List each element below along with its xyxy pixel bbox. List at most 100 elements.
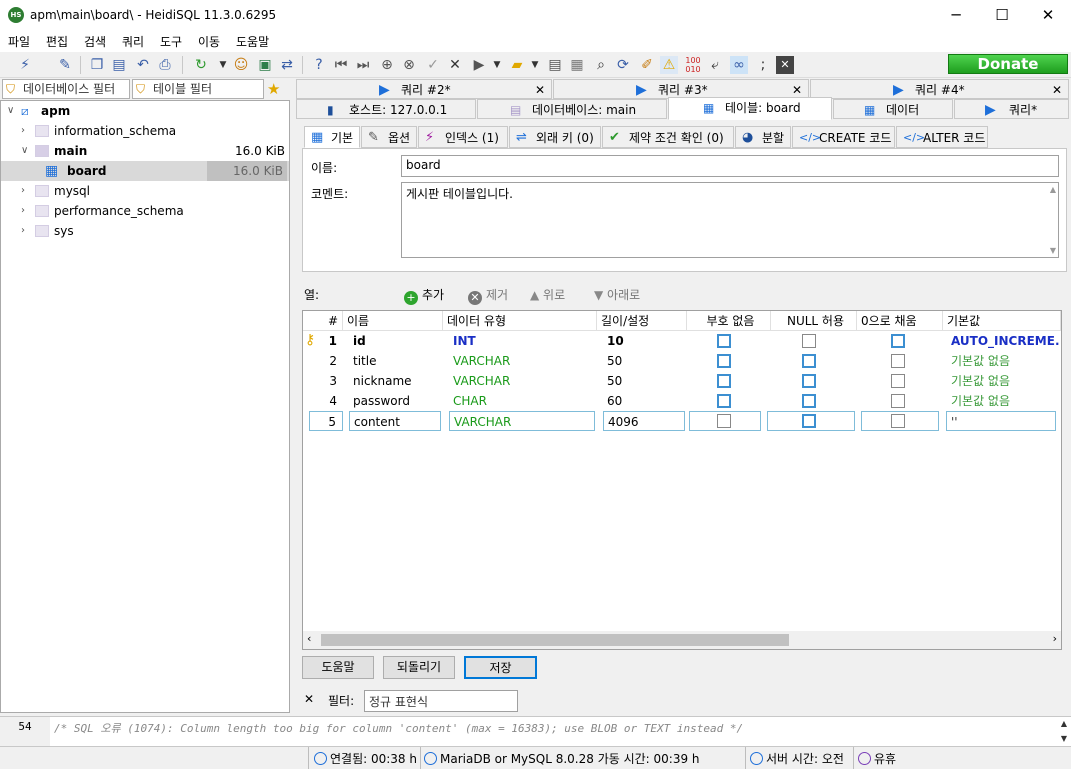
replace-icon[interactable]: ⟳ [614,56,632,74]
menu-tools[interactable]: 도구 [160,33,182,50]
save-icon[interactable]: ▤ [546,56,564,74]
column-name-cell[interactable]: password [349,391,443,411]
tab-options[interactable]: ✎ 옵션 [361,126,417,148]
remove-column-button[interactable]: ✕ 제거 [468,286,508,305]
scroll-right-icon[interactable]: › [1053,632,1057,645]
tab-foreign-keys[interactable]: ⇌ 외래 키 (0) [509,126,601,148]
datatype-cell[interactable]: VARCHAR [449,371,597,391]
warning-icon[interactable]: ⚠ [660,56,678,74]
user-manager-icon[interactable]: ☺ [232,56,250,74]
zerofill-checkbox[interactable] [891,414,905,428]
database-filter-input[interactable]: ⛉ 데이터베이스 필터 [2,79,130,99]
tab-alter-code[interactable]: </> ALTER 코드 [896,126,988,148]
length-cell[interactable]: 4096 [603,411,685,431]
delete-row-icon[interactable]: ⊗ [400,56,418,74]
maintenance-icon[interactable]: ▣ [256,56,274,74]
length-cell[interactable]: 50 [603,351,687,371]
scroll-down-icon[interactable]: ▼ [1050,246,1056,255]
tree-db-information-schema[interactable]: › information_schema [1,121,289,141]
table-name-input[interactable]: board [401,155,1059,177]
tab-host[interactable]: ▮ 호스트: 127.0.0.1 [296,99,476,119]
copy-icon[interactable]: ❐ [88,56,106,74]
collapse-icon[interactable]: ∨ [21,141,31,161]
first-icon[interactable]: ⏮ [332,56,350,74]
expand-icon[interactable]: › [21,201,31,221]
unsigned-checkbox[interactable] [717,374,731,388]
zerofill-checkbox[interactable] [891,354,905,368]
save-as-icon[interactable]: ▦ [568,56,586,74]
zerofill-checkbox[interactable] [891,394,905,408]
scroll-down-icon[interactable]: ▼ [1061,734,1067,743]
print-icon[interactable]: ⎙ [156,56,174,74]
semicolon-icon[interactable]: ; [754,56,772,74]
scroll-left-icon[interactable]: ‹ [307,632,311,645]
add-row-icon[interactable]: ⊕ [378,56,396,74]
default-cell[interactable]: 기본값 없음 [947,391,1059,411]
cancel-icon[interactable]: ✕ [446,56,464,74]
heidisql-app-icon[interactable]: HS [8,7,24,23]
tab-query-2[interactable]: ▶ 쿼리 #2* ✕ [296,79,552,99]
tab-query-4[interactable]: ▶ 쿼리 #4* ✕ [810,79,1069,99]
tab-indexes[interactable]: ⚡ 인덱스 (1) [418,126,508,148]
tab-data[interactable]: ▦ 데이터 [833,99,953,119]
tree-db-sys[interactable]: › sys [1,221,289,241]
header-name[interactable]: 이름 [343,311,443,331]
zerofill-checkbox[interactable] [891,334,905,348]
scroll-up-icon[interactable]: ▲ [1050,185,1056,194]
refresh-icon[interactable]: ↻ [192,56,210,74]
default-cell[interactable]: AUTO_INCREME... [947,331,1059,351]
minimize-button[interactable]: ─ [933,0,979,30]
allow-null-checkbox[interactable] [802,374,816,388]
dropdown-arrow-icon[interactable]: ▼ [488,56,506,74]
log-message[interactable]: /* SQL 오류 (1074): Column length too big … [54,720,743,736]
run-icon[interactable]: ▶ [470,56,488,74]
default-cell[interactable]: '' [946,411,1056,431]
dropdown-arrow-icon[interactable]: ▼ [526,56,544,74]
close-window-button[interactable]: ✕ [1025,0,1071,30]
last-icon[interactable]: ⏭ [354,56,372,74]
undo-icon[interactable]: ↶ [134,56,152,74]
allow-null-checkbox[interactable] [802,334,816,348]
connect-icon[interactable]: ⚡ [16,56,34,74]
find-icon[interactable]: ⌕ [592,56,610,74]
horizontal-scrollbar[interactable]: ‹ › [303,631,1061,649]
tab-basic[interactable]: ▦ 기본 [304,126,360,148]
maximize-button[interactable]: ☐ [979,0,1025,30]
close-toolbar-icon[interactable]: ✕ [776,56,794,74]
header-datatype[interactable]: 데이터 유형 [443,311,597,331]
revert-button[interactable]: 되돌리기 [383,656,455,679]
tree-db-main[interactable]: ∨ main 16.0 KiB [1,141,289,161]
column-name-cell[interactable]: content [349,411,441,431]
tab-partitions[interactable]: ◕ 분할 [735,126,791,148]
expand-icon[interactable]: › [21,121,31,141]
help-icon[interactable]: ? [310,56,328,74]
column-name-cell[interactable]: title [349,351,443,371]
table-comment-textarea[interactable]: 게시판 테이블입니다. ▲ ▼ [401,182,1059,258]
unsigned-checkbox[interactable] [717,414,731,428]
close-tab-icon[interactable]: ✕ [1052,80,1062,100]
post-icon[interactable]: ✓ [424,56,442,74]
tree-table-board[interactable]: ▦ board 16.0 KiB [1,161,289,181]
header-length[interactable]: 길이/설정 [597,311,687,331]
scroll-up-icon[interactable]: ▲ [1061,719,1067,728]
tab-query-3[interactable]: ▶ 쿼리 #3* ✕ [553,79,809,99]
menu-edit[interactable]: 편집 [46,33,68,50]
length-cell[interactable]: 50 [603,371,687,391]
close-tab-icon[interactable]: ✕ [535,80,545,100]
tab-create-code[interactable]: </> CREATE 코드 [792,126,895,148]
close-filter-icon[interactable]: ✕ [304,692,314,706]
expand-icon[interactable]: › [21,181,31,201]
tab-database[interactable]: ▤ 데이터베이스: main [477,99,667,119]
dropdown-arrow-icon[interactable]: ▼ [214,56,232,74]
menu-search[interactable]: 검색 [84,33,106,50]
scroll-thumb[interactable] [321,634,789,646]
move-up-button[interactable]: ▲ 위로 [530,286,565,304]
menu-query[interactable]: 쿼리 [122,33,144,50]
open-folder-icon[interactable]: ▰ [508,56,526,74]
datatype-cell[interactable]: CHAR [449,391,597,411]
tree-db-performance-schema[interactable]: › performance_schema [1,201,289,221]
donate-button[interactable]: Donate [948,54,1068,74]
unsigned-checkbox[interactable] [717,354,731,368]
save-button[interactable]: 저장 [464,656,537,679]
header-unsigned[interactable]: 부호 없음 [687,311,771,331]
